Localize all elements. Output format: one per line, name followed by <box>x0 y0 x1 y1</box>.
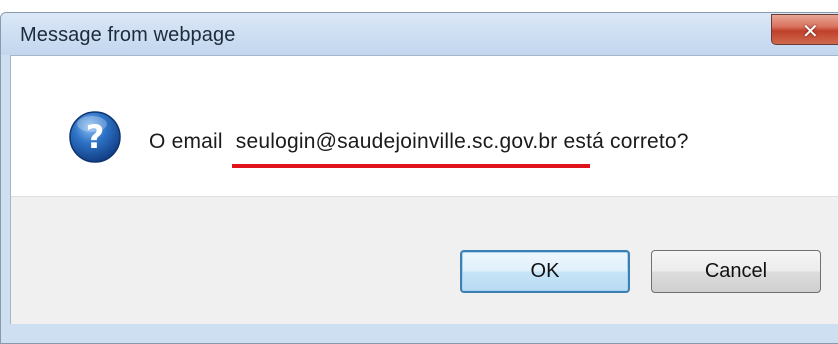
question-icon: ? <box>69 111 121 163</box>
ok-button[interactable]: OK <box>460 250 630 293</box>
close-button[interactable]: ✕ <box>771 14 838 45</box>
message-prefix: O email <box>149 130 223 153</box>
message-suffix: está correto? <box>563 130 689 153</box>
message-email: seulogin@saudejoinville.sc.gov.br <box>235 130 558 153</box>
question-glyph: ? <box>86 118 105 156</box>
message-text: O email seulogin@saudejoinville.sc.gov.br… <box>149 130 689 154</box>
window-title: Message from webpage <box>20 24 236 46</box>
message-area <box>11 56 838 196</box>
close-icon: ✕ <box>802 19 819 43</box>
email-underline <box>232 164 590 168</box>
cancel-button[interactable]: Cancel <box>651 250 821 293</box>
message-dialog: Message from webpage ✕ ? O email seulogin… <box>0 0 838 344</box>
